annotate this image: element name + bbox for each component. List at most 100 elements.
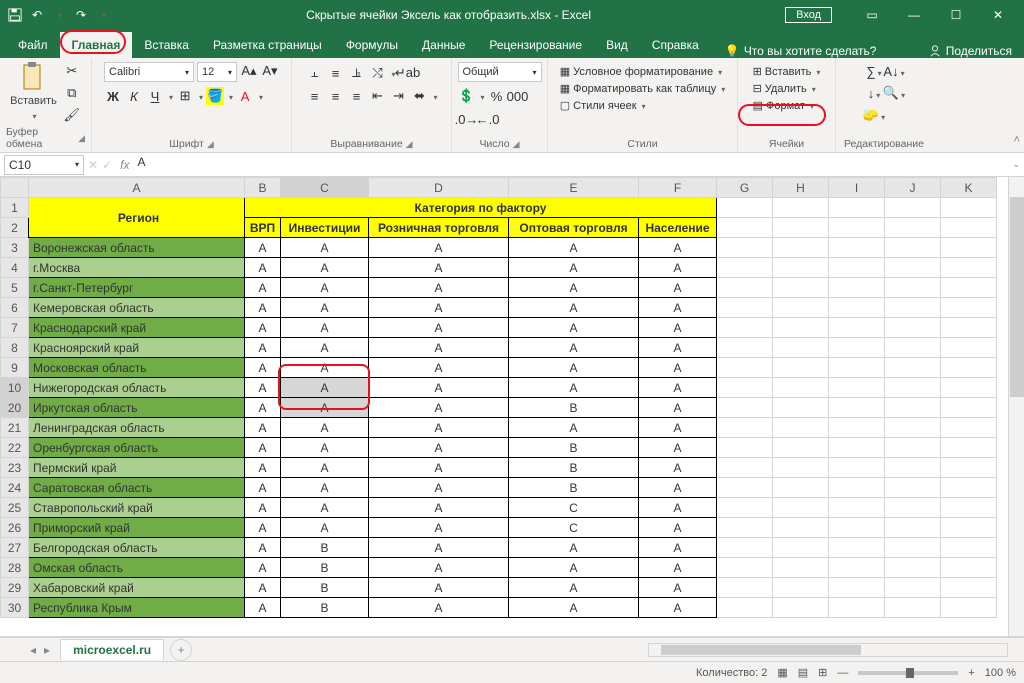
cell-H10[interactable] [773, 378, 829, 398]
cell-D22[interactable]: А [369, 438, 509, 458]
cell-C26[interactable]: А [281, 518, 369, 538]
align-bottom-icon[interactable]: ⫡ [347, 64, 365, 82]
decrease-decimal-icon[interactable]: ←.0 [479, 110, 497, 128]
cell-J24[interactable] [885, 478, 941, 498]
cell-J3[interactable] [885, 238, 941, 258]
zoom-slider[interactable] [858, 671, 958, 675]
row-header-10[interactable]: 10 [1, 378, 29, 398]
cell-G24[interactable] [717, 478, 773, 498]
cell-I24[interactable] [829, 478, 885, 498]
cell-F6[interactable]: А [639, 298, 717, 318]
cell-K24[interactable] [941, 478, 997, 498]
cell-E20[interactable]: В [509, 398, 639, 418]
cell-K7[interactable] [941, 318, 997, 338]
cell-G20[interactable] [717, 398, 773, 418]
cell-G7[interactable] [717, 318, 773, 338]
cell-K25[interactable] [941, 498, 997, 518]
cell-D21[interactable]: А [369, 418, 509, 438]
cell-G5[interactable] [717, 278, 773, 298]
minimize-icon[interactable]: — [894, 3, 934, 27]
cell-C6[interactable]: А [281, 298, 369, 318]
cell-H22[interactable] [773, 438, 829, 458]
row-header-29[interactable]: 29 [1, 578, 29, 598]
cell-B4[interactable]: А [245, 258, 281, 278]
header-e[interactable]: Оптовая торговля [509, 218, 639, 238]
cell-C21[interactable]: А [281, 418, 369, 438]
cell-D23[interactable]: А [369, 458, 509, 478]
cell-I28[interactable] [829, 558, 885, 578]
cell-C7[interactable]: А [281, 318, 369, 338]
cell-C10[interactable]: А [281, 378, 369, 398]
view-layout-icon[interactable]: ▤ [798, 666, 808, 679]
cell-F28[interactable]: А [639, 558, 717, 578]
col-header-B[interactable]: B [245, 178, 281, 198]
row-header-28[interactable]: 28 [1, 558, 29, 578]
cell-E23[interactable]: В [509, 458, 639, 478]
cell-I22[interactable] [829, 438, 885, 458]
row-header-4[interactable]: 4 [1, 258, 29, 278]
cell-F23[interactable]: А [639, 458, 717, 478]
cell-G23[interactable] [717, 458, 773, 478]
cell-I4[interactable] [829, 258, 885, 278]
cell-E8[interactable]: А [509, 338, 639, 358]
cell-H3[interactable] [773, 238, 829, 258]
tab-file[interactable]: Файл [6, 32, 60, 58]
font-name-select[interactable]: Calibri▾ [104, 62, 194, 82]
font-launcher[interactable]: ◢ [207, 139, 214, 150]
cell-E27[interactable]: А [509, 538, 639, 558]
maximize-icon[interactable]: ☐ [936, 3, 976, 27]
cell-B21[interactable]: А [245, 418, 281, 438]
cell-I2[interactable] [829, 218, 885, 238]
cell-D30[interactable]: А [369, 598, 509, 618]
row-header-26[interactable]: 26 [1, 518, 29, 538]
cell-E28[interactable]: А [509, 558, 639, 578]
cell-J20[interactable] [885, 398, 941, 418]
cell-E3[interactable]: А [509, 238, 639, 258]
cell-F9[interactable]: А [639, 358, 717, 378]
header-b[interactable]: ВРП [245, 218, 281, 238]
new-sheet-icon[interactable]: + [170, 639, 192, 661]
cell-H1[interactable] [773, 198, 829, 218]
cell-E21[interactable]: А [509, 418, 639, 438]
comma-icon[interactable]: 000 [509, 87, 527, 105]
cell-C9[interactable]: А [281, 358, 369, 378]
format-table-button[interactable]: ▦Форматировать как таблицу [558, 81, 728, 96]
name-box[interactable]: C10▾ [4, 155, 84, 175]
cell-C23[interactable]: А [281, 458, 369, 478]
cell-E24[interactable]: В [509, 478, 639, 498]
cell-C25[interactable]: А [281, 498, 369, 518]
cell-J9[interactable] [885, 358, 941, 378]
header-f[interactable]: Население [639, 218, 717, 238]
cell-J29[interactable] [885, 578, 941, 598]
cell-C27[interactable]: В [281, 538, 369, 558]
number-format-select[interactable]: Общий▾ [458, 62, 542, 82]
sheet-tab-active[interactable]: microexcel.ru [60, 639, 164, 660]
cell-D29[interactable]: А [369, 578, 509, 598]
row-header-24[interactable]: 24 [1, 478, 29, 498]
cut-icon[interactable]: ✂ [63, 62, 81, 80]
cell-K28[interactable] [941, 558, 997, 578]
cell-F3[interactable]: А [639, 238, 717, 258]
merge-dropdown[interactable] [431, 89, 437, 103]
autosum-icon[interactable]: ∑ [865, 62, 883, 80]
cell-B5[interactable]: А [245, 278, 281, 298]
view-normal-icon[interactable]: ▦ [777, 666, 787, 679]
col-header-I[interactable]: I [829, 178, 885, 198]
row-header-27[interactable]: 27 [1, 538, 29, 558]
undo-icon[interactable]: ↶ [28, 6, 46, 24]
cell-H23[interactable] [773, 458, 829, 478]
cell-D28[interactable]: А [369, 558, 509, 578]
cell-K5[interactable] [941, 278, 997, 298]
cell-D25[interactable]: А [369, 498, 509, 518]
cell-F25[interactable]: А [639, 498, 717, 518]
fill-color-icon[interactable]: 🪣 [206, 87, 224, 105]
cell-J7[interactable] [885, 318, 941, 338]
cell-F4[interactable]: А [639, 258, 717, 278]
cell-F8[interactable]: А [639, 338, 717, 358]
cell-K8[interactable] [941, 338, 997, 358]
cell-H27[interactable] [773, 538, 829, 558]
horizontal-scrollbar[interactable] [648, 643, 1008, 657]
sheet-nav-next[interactable]: ▸ [44, 643, 50, 657]
cell-A22[interactable]: Оренбургская область [29, 438, 245, 458]
cell-K30[interactable] [941, 598, 997, 618]
